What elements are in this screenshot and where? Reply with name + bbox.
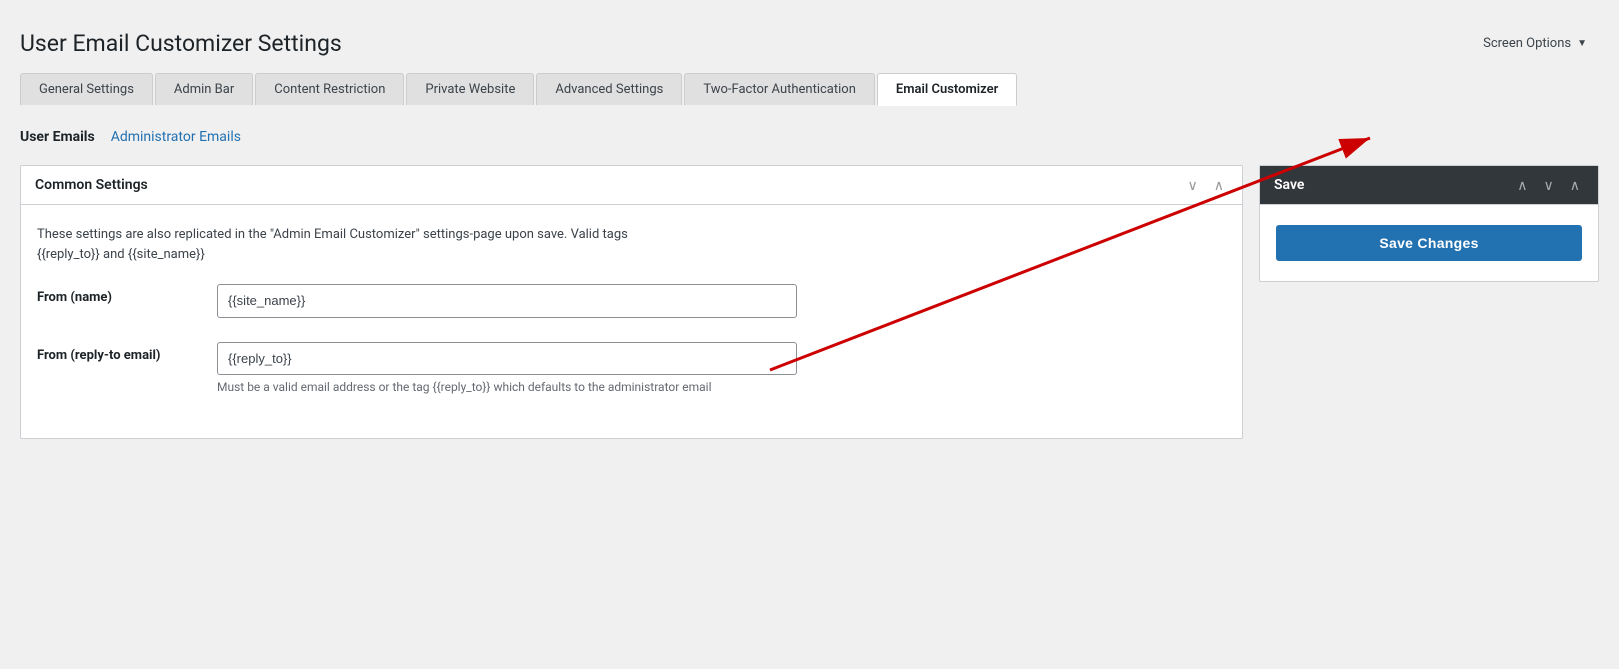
common-settings-box: Common Settings ∨ ∧ These settings are a…: [20, 165, 1243, 439]
from-email-input[interactable]: [217, 342, 797, 376]
from-email-label: From (reply-to email): [37, 342, 197, 363]
sub-tabs: User Emails Administrator Emails: [20, 125, 1599, 149]
settings-description: These settings are also replicated in th…: [37, 225, 1226, 264]
save-box: Save ∧ ∨ ∧ Save Changes: [1259, 165, 1599, 282]
tab-private-website[interactable]: Private Website: [406, 73, 534, 105]
box-down-button[interactable]: ∨: [1184, 176, 1202, 194]
save-box-up-button[interactable]: ∧: [1513, 176, 1531, 194]
save-box-header: Save ∧ ∨ ∧: [1260, 166, 1598, 205]
from-email-row: From (reply-to email) Must be a valid em…: [37, 342, 1226, 395]
page-title: User Email Customizer Settings: [20, 30, 1599, 57]
tab-content-restriction[interactable]: Content Restriction: [255, 73, 404, 105]
box-collapse-button[interactable]: ∧: [1210, 176, 1228, 194]
sub-tab-user-emails[interactable]: User Emails: [20, 129, 95, 145]
tabs-nav: General Settings Admin Bar Content Restr…: [20, 73, 1599, 105]
main-layout: Common Settings ∨ ∧ These settings are a…: [20, 165, 1599, 439]
from-email-help: Must be a valid email address or the tag…: [217, 380, 1226, 394]
screen-options-bar[interactable]: Screen Options ▼: [1471, 30, 1599, 57]
from-name-row: From (name): [37, 284, 1226, 318]
save-box-title: Save: [1274, 177, 1304, 193]
save-box-body: Save Changes: [1260, 205, 1598, 281]
save-box-controls: ∧ ∨ ∧: [1513, 176, 1584, 194]
tab-admin-bar[interactable]: Admin Bar: [155, 73, 253, 105]
sub-tab-administrator-emails[interactable]: Administrator Emails: [111, 129, 241, 145]
from-name-field: [217, 284, 1226, 318]
common-settings-body: These settings are also replicated in th…: [21, 205, 1242, 438]
box-controls: ∨ ∧: [1184, 176, 1229, 194]
from-name-label: From (name): [37, 284, 197, 305]
from-email-field: Must be a valid email address or the tag…: [217, 342, 1226, 395]
tab-email-customizer[interactable]: Email Customizer: [877, 73, 1017, 106]
main-content-area: Common Settings ∨ ∧ These settings are a…: [20, 165, 1243, 439]
common-settings-title: Common Settings: [35, 177, 148, 193]
screen-options-label: Screen Options: [1483, 36, 1571, 51]
save-changes-button[interactable]: Save Changes: [1276, 225, 1582, 261]
save-box-collapse-button[interactable]: ∧: [1566, 176, 1584, 194]
from-name-input[interactable]: [217, 284, 797, 318]
tab-advanced-settings[interactable]: Advanced Settings: [536, 73, 682, 105]
screen-options-chevron: ▼: [1577, 38, 1587, 49]
common-settings-header: Common Settings ∨ ∧: [21, 166, 1242, 205]
tab-two-factor-authentication[interactable]: Two-Factor Authentication: [684, 73, 875, 105]
tab-general-settings[interactable]: General Settings: [20, 73, 153, 105]
save-box-down-button[interactable]: ∨: [1540, 176, 1558, 194]
sidebar-content: Save ∧ ∨ ∧ Save Changes: [1259, 165, 1599, 282]
